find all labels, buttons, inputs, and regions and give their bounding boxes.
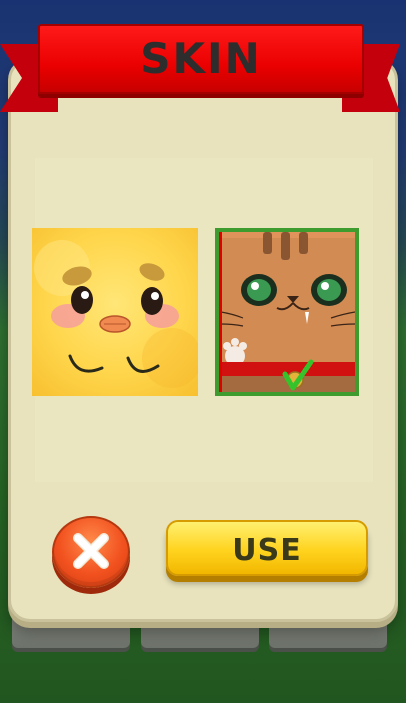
chick-face-icon <box>34 240 198 388</box>
close-x-icon <box>73 533 109 569</box>
selected-indicator <box>219 232 355 392</box>
title-ribbon: SKIN <box>38 24 364 94</box>
close-button[interactable] <box>52 516 130 588</box>
skin-card-cat[interactable] <box>215 228 359 396</box>
skin-card-chick[interactable] <box>32 228 198 396</box>
dialog-title: SKIN <box>140 34 262 83</box>
use-button[interactable]: USE <box>166 520 368 576</box>
use-button-label: USE <box>232 533 302 568</box>
